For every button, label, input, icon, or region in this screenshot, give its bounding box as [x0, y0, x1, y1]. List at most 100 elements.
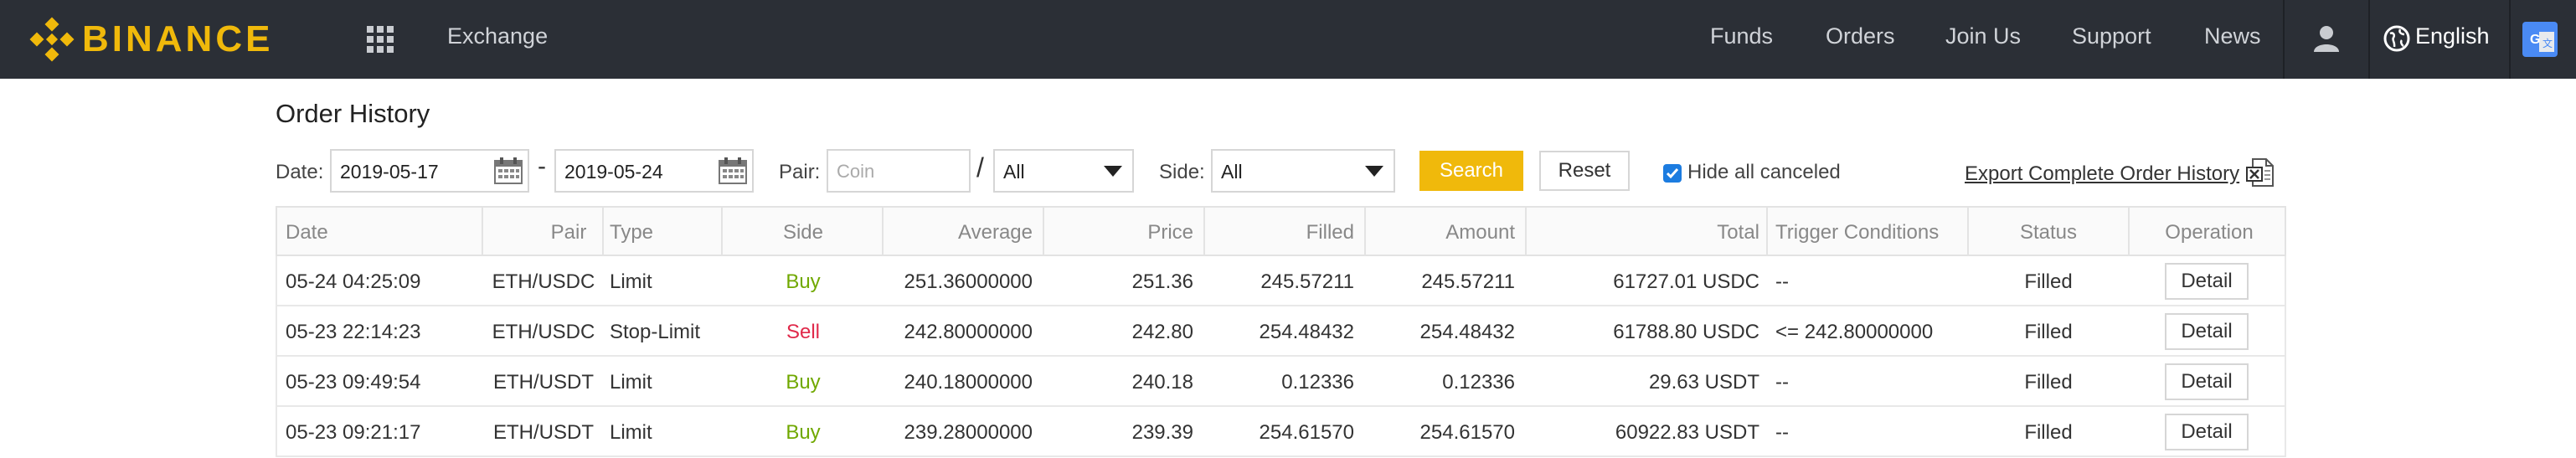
- table-row: 05-23 09:49:54 ETH/USDT Limit Buy 240.18…: [276, 357, 2286, 407]
- col-header-trigger-conditions: Trigger Conditions: [1775, 221, 1940, 244]
- binance-logo-icon: [29, 17, 75, 62]
- cell-filled: 0.12336: [1281, 371, 1354, 394]
- user-icon[interactable]: [2311, 23, 2342, 54]
- col-header-total: Total: [1717, 221, 1759, 244]
- cell-amount: 254.61570: [1419, 421, 1515, 444]
- cell-average: 240.18000000: [904, 371, 1033, 394]
- column-divider: [1967, 208, 1969, 255]
- logo-text: BINANCE: [82, 18, 274, 59]
- cell-filled: 254.48432: [1259, 321, 1354, 343]
- excel-export-icon[interactable]: [2246, 157, 2275, 188]
- cell-average: 239.28000000: [904, 421, 1033, 444]
- column-divider: [1525, 208, 1527, 255]
- cell-pair: ETH/USDC: [492, 270, 595, 293]
- cell-trigger-conditions: <= 242.80000000: [1775, 321, 1934, 343]
- table-row: 05-23 22:14:23 ETH/USDC Stop-Limit Sell …: [276, 306, 2286, 357]
- cell-average: 251.36000000: [904, 270, 1033, 293]
- calendar-icon[interactable]: [494, 157, 523, 184]
- detail-button[interactable]: Detail: [2165, 263, 2249, 300]
- col-header-side: Side: [782, 221, 824, 244]
- calendar-icon[interactable]: [719, 157, 747, 184]
- nav-join-us-link[interactable]: Join Us: [1945, 23, 2021, 49]
- cell-trigger-conditions: --: [1775, 371, 1789, 394]
- date-label: Date:: [276, 161, 324, 183]
- cell-amount: 245.57211: [1421, 270, 1515, 293]
- col-header-date: Date: [286, 221, 328, 244]
- cell-price: 240.18: [1131, 371, 1193, 394]
- cell-type: Limit: [610, 371, 652, 394]
- column-divider: [721, 208, 723, 255]
- cell-date: 05-23 22:14:23: [286, 321, 421, 343]
- nav-divider: [2509, 0, 2511, 79]
- col-header-amount: Amount: [1445, 221, 1515, 244]
- cell-date: 05-23 09:21:17: [286, 421, 421, 444]
- detail-button[interactable]: Detail: [2165, 313, 2249, 350]
- cell-status: Filled: [2024, 270, 2073, 293]
- nav-orders-link[interactable]: Orders: [1826, 23, 1895, 49]
- cell-status: Filled: [2024, 421, 2073, 444]
- cell-total: 61727.01 USDC: [1613, 270, 1759, 293]
- column-divider: [1364, 208, 1366, 255]
- cell-side: Buy: [786, 421, 821, 444]
- cell-pair: ETH/USDT: [493, 421, 594, 444]
- date-range-separator: -: [538, 152, 546, 180]
- cell-trigger-conditions: --: [1775, 421, 1789, 444]
- column-divider: [602, 208, 604, 255]
- cell-date: 05-24 04:25:09: [286, 270, 421, 293]
- cell-pair: ETH/USDT: [493, 371, 594, 394]
- cell-amount: 254.48432: [1419, 321, 1515, 343]
- column-divider: [2128, 208, 2130, 255]
- binance-logo[interactable]: BINANCE: [28, 13, 273, 65]
- cell-total: 29.63 USDT: [1648, 371, 1759, 394]
- col-header-filled: Filled: [1306, 221, 1354, 244]
- cell-price: 251.36: [1131, 270, 1193, 293]
- hide-canceled-label[interactable]: Hide all canceled: [1687, 161, 1841, 184]
- column-divider: [882, 208, 884, 255]
- table-row: 05-24 04:25:09 ETH/USDC Limit Buy 251.36…: [276, 256, 2286, 306]
- google-translate-icon[interactable]: G 文: [2522, 22, 2558, 57]
- nav-funds-link[interactable]: Funds: [1710, 23, 1773, 49]
- cell-price: 242.80: [1131, 321, 1193, 343]
- search-button[interactable]: Search: [1419, 151, 1523, 191]
- detail-button[interactable]: Detail: [2165, 414, 2249, 450]
- chevron-down-icon: [1104, 166, 1122, 177]
- cell-side: Sell: [786, 321, 821, 343]
- cell-trigger-conditions: --: [1775, 270, 1789, 293]
- cell-average: 242.80000000: [904, 321, 1033, 343]
- export-order-history-link[interactable]: Export Complete Order History: [1965, 162, 2239, 186]
- cell-type: Limit: [610, 421, 652, 444]
- cell-type: Limit: [610, 270, 652, 293]
- cell-filled: 254.61570: [1259, 421, 1354, 444]
- col-header-type: Type: [610, 221, 654, 244]
- reset-button[interactable]: Reset: [1539, 151, 1630, 191]
- nav-divider: [2283, 0, 2285, 79]
- language-selector[interactable]: English: [2415, 23, 2490, 49]
- pair-separator: /: [976, 152, 984, 183]
- translate-glyph-icon: G 文: [2530, 32, 2554, 52]
- cell-price: 239.39: [1131, 421, 1193, 444]
- top-nav: BINANCE Exchange Funds Orders Join Us Su…: [0, 0, 2576, 79]
- svg-text:G: G: [2530, 33, 2540, 47]
- nav-exchange-link[interactable]: Exchange: [447, 23, 548, 49]
- cell-date: 05-23 09:49:54: [286, 371, 421, 394]
- page-title: Order History: [276, 99, 430, 128]
- nav-support-link[interactable]: Support: [2072, 23, 2151, 49]
- column-divider: [482, 208, 483, 255]
- chevron-down-icon: [1365, 166, 1383, 177]
- cell-total: 61788.80 USDC: [1613, 321, 1759, 343]
- detail-button[interactable]: Detail: [2165, 363, 2249, 400]
- coin-input[interactable]: Coin: [827, 149, 971, 193]
- column-divider: [1203, 208, 1205, 255]
- apps-grid-icon[interactable]: [365, 24, 395, 54]
- cell-total: 60922.83 USDT: [1615, 421, 1759, 444]
- col-header-status: Status: [2019, 221, 2078, 244]
- checkmark-icon: [1666, 168, 1679, 179]
- cell-pair: ETH/USDC: [492, 321, 595, 343]
- col-header-price: Price: [1147, 221, 1193, 244]
- column-divider: [1043, 208, 1044, 255]
- cell-filled: 245.57211: [1260, 270, 1354, 293]
- nav-news-link[interactable]: News: [2204, 23, 2261, 49]
- cell-side: Buy: [786, 371, 821, 394]
- globe-icon[interactable]: [2383, 25, 2410, 52]
- cell-amount: 0.12336: [1442, 371, 1515, 394]
